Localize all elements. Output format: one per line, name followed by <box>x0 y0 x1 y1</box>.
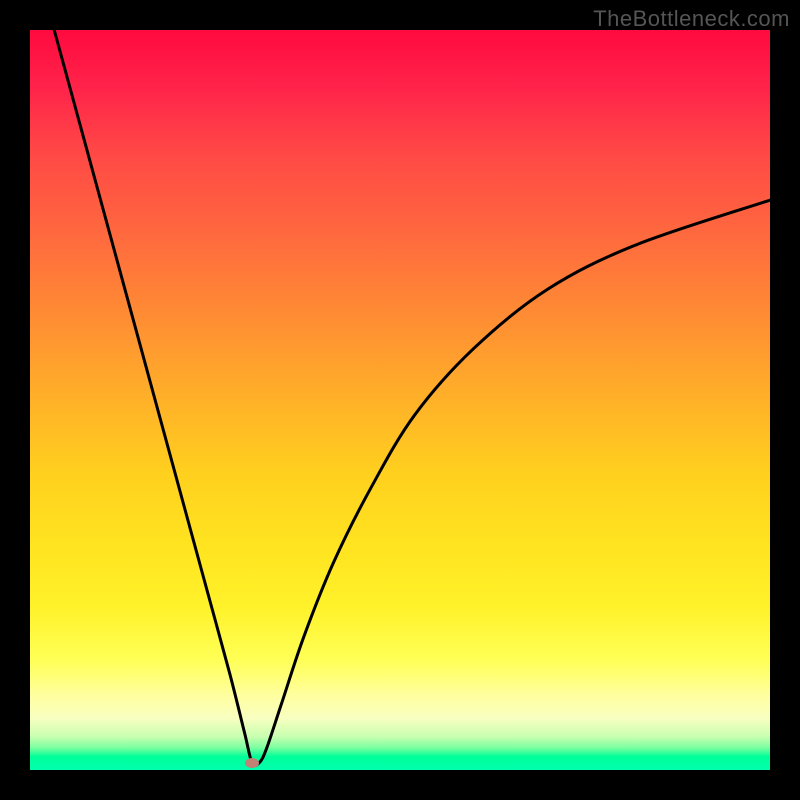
chart-background-gradient <box>30 30 770 770</box>
chart-plot-area <box>30 30 770 770</box>
watermark-text: TheBottleneck.com <box>593 6 790 32</box>
target-marker <box>245 758 259 768</box>
